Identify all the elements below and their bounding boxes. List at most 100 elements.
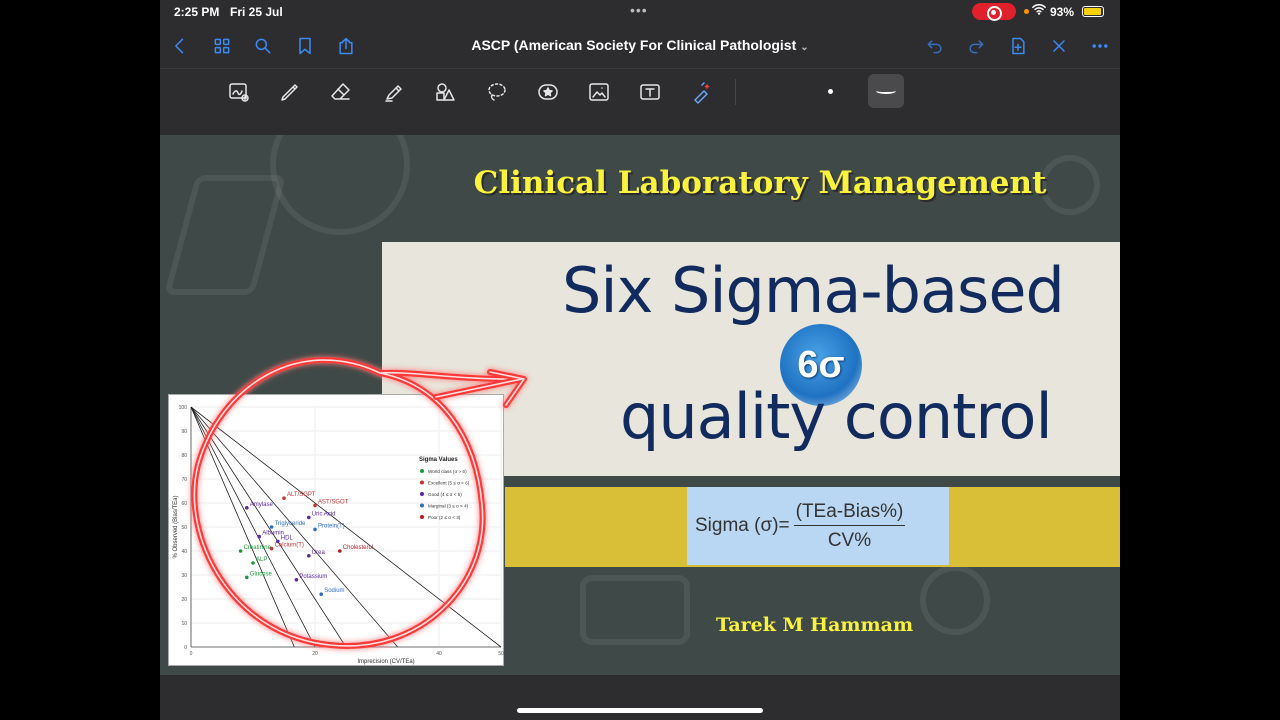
data-point	[257, 534, 261, 539]
navigation-bar: ASCP (American Society For Clinical Path…	[160, 28, 1120, 64]
undo-icon[interactable]	[921, 32, 949, 60]
x-tick-label: 0	[190, 651, 193, 657]
formula-denominator: CV%	[827, 529, 872, 551]
formula-lhs: Sigma (σ)=	[695, 515, 790, 536]
screen-recording-icon[interactable]	[972, 3, 1016, 21]
legend-label: Good (4 ≤ σ < 5)	[428, 492, 462, 497]
ipad-screen: 2:25 PM Fri 25 Jul ••• 93% ASCP (America…	[160, 0, 1120, 720]
background-decoration	[920, 565, 990, 635]
sigma-chart-card: 0 10 20 30 40 50 60 70 80 90 100 0 20 40 50 Imprecision…	[168, 394, 504, 666]
x-axis-label: Imprecision (CV/TEa)	[357, 659, 414, 665]
y-tick-label: 30	[181, 573, 187, 579]
y-tick-label: 0	[184, 645, 187, 651]
redo-icon[interactable]	[962, 32, 990, 60]
mic-indicator-icon	[1024, 9, 1029, 14]
formula-numerator: (TEa-Bias%)	[793, 501, 906, 526]
lasso-image-icon[interactable]	[224, 77, 254, 107]
legend-swatch	[420, 492, 424, 496]
wifi-icon	[1032, 2, 1046, 19]
data-point-label: Glucose	[250, 571, 273, 577]
y-tick-label: 70	[181, 477, 187, 483]
data-point-label: Sodium	[324, 588, 344, 594]
data-point-label: ALT/SGPT	[287, 492, 316, 498]
image-icon[interactable]	[584, 77, 614, 107]
sigma-chart: 0 10 20 30 40 50 60 70 80 90 100 0 20 40 50 Imprecision…	[173, 405, 504, 665]
stroke-width-selected-option[interactable]	[868, 74, 904, 108]
y-tick-label: 100	[179, 405, 188, 411]
data-point-label: Triglyceride	[275, 521, 306, 527]
home-indicator[interactable]	[517, 708, 763, 713]
y-axis-label: % Observed (Bias/TEa)	[173, 495, 179, 558]
data-point	[238, 549, 243, 553]
data-point	[251, 561, 255, 565]
pen-icon[interactable]	[275, 77, 305, 107]
battery-icon	[1082, 6, 1104, 17]
data-point	[313, 503, 317, 508]
data-point	[307, 554, 311, 558]
y-tick-label: 60	[181, 501, 187, 507]
formula-fraction: (TEa-Bias%) CV%	[793, 501, 906, 552]
data-point-label: AST/SGOT	[318, 499, 349, 505]
data-point	[245, 575, 249, 580]
stroke-width-small-option[interactable]	[828, 89, 833, 94]
background-decoration	[163, 175, 287, 295]
data-point-label: Creatinine	[244, 545, 272, 551]
status-bar: 2:25 PM Fri 25 Jul ••• 93%	[160, 0, 1120, 24]
grid-icon[interactable]	[208, 32, 236, 60]
eraser-icon[interactable]	[326, 77, 356, 107]
laser-pointer-icon[interactable]	[687, 77, 717, 107]
chevron-left-icon[interactable]	[166, 32, 194, 60]
data-point-label: Cholesterol	[343, 545, 373, 551]
data-point	[319, 592, 323, 596]
more-icon[interactable]	[1086, 32, 1114, 60]
data-point-label: Amylase	[250, 502, 274, 508]
author-name: Tarek M Hammam	[716, 614, 914, 636]
legend-swatch	[420, 515, 424, 519]
data-point	[245, 506, 249, 510]
highlighter-icon[interactable]	[379, 77, 409, 107]
toolbar-divider	[735, 79, 736, 105]
text-icon[interactable]	[635, 77, 665, 107]
background-decoration	[270, 135, 410, 235]
slide-title-line-1: Six Sigma-based	[562, 254, 1065, 327]
bookmark-icon[interactable]	[291, 32, 319, 60]
background-decoration	[580, 575, 690, 645]
sticker-icon[interactable]	[533, 77, 563, 107]
search-icon[interactable]	[249, 32, 277, 60]
y-tick-label: 40	[181, 549, 187, 555]
pdf-page[interactable]: Clinical Laboratory Management Six Sigma…	[160, 135, 1120, 675]
legend-swatch	[420, 503, 424, 508]
add-page-icon[interactable]	[1004, 32, 1032, 60]
legend-swatch	[420, 480, 424, 485]
slide-header: Clinical Laboratory Management	[473, 165, 1047, 201]
data-point-label: Calcium(T)	[275, 543, 304, 549]
lasso-icon[interactable]	[482, 77, 512, 107]
legend-label: Marginal (3 ≤ σ < 4)	[428, 504, 469, 509]
chevron-down-icon[interactable]: ⌄	[800, 42, 808, 53]
status-date: Fri 25 Jul	[230, 5, 283, 19]
y-tick-label: 80	[181, 453, 187, 459]
status-time: 2:25 PM	[174, 5, 220, 19]
legend-label: Excellent (5 ≤ σ < 6)	[428, 481, 470, 486]
legend-label: Poor (2 ≤ σ < 3)	[428, 515, 461, 520]
data-point-label: Potassium	[299, 574, 327, 580]
legend-swatch	[420, 469, 424, 473]
data-point	[269, 525, 274, 529]
annotation-toolbar	[160, 68, 1120, 114]
battery-percentage: 93%	[1050, 5, 1075, 19]
data-point	[313, 527, 317, 532]
document-title-text[interactable]: ASCP (American Society For Clinical Path…	[471, 37, 796, 53]
y-tick-label: 50	[181, 525, 187, 531]
x-tick-label: 40	[436, 651, 442, 657]
share-icon[interactable]	[332, 32, 360, 60]
multitasking-dots-icon[interactable]: •••	[630, 2, 648, 18]
data-point	[294, 578, 299, 582]
data-point-label: Uric Acid	[312, 511, 336, 517]
data-point	[307, 515, 311, 520]
data-point	[338, 549, 342, 553]
shapes-icon[interactable]	[430, 77, 460, 107]
close-icon[interactable]	[1045, 32, 1073, 60]
data-point-label: Protein(T)	[318, 523, 345, 529]
data-point	[282, 496, 286, 500]
y-tick-label: 10	[181, 621, 187, 627]
